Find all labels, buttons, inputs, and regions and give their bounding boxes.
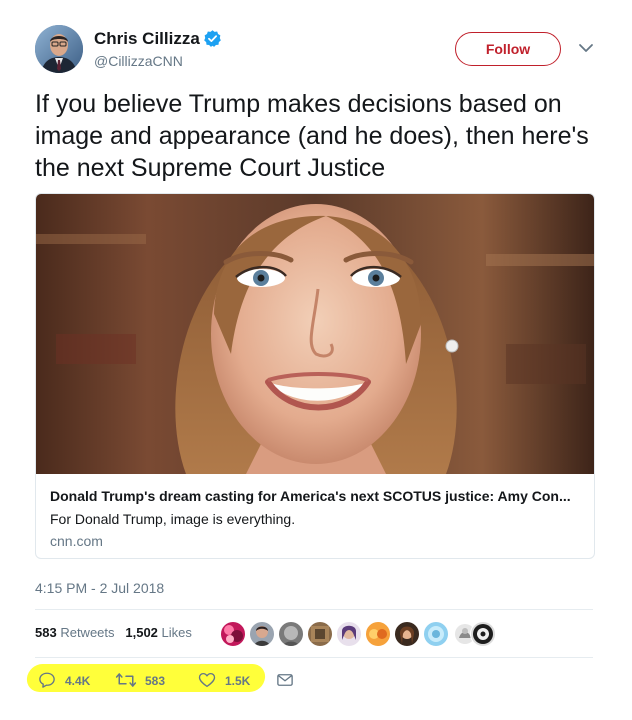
follow-button[interactable]: Follow [455,32,561,66]
liker-avatar[interactable] [307,621,333,647]
author-handle[interactable]: @CillizzaCNN [94,53,183,69]
reply-icon [39,672,55,688]
retweets-count: 583 [35,625,57,640]
liker-avatar[interactable] [394,621,420,647]
liker-avatar[interactable] [470,621,496,647]
retweets-label: Retweets [60,625,115,640]
verified-icon [203,29,222,48]
retweet-icon [115,673,137,687]
retweets-stat[interactable]: 583 Retweets [35,625,115,640]
liker-avatar[interactable] [423,621,449,647]
liker-avatar[interactable] [336,621,362,647]
author-display-name[interactable]: Chris Cillizza [94,29,200,49]
heart-icon [198,672,216,688]
link-card[interactable]: Donald Trump's dream casting for America… [35,193,595,559]
card-description: For Donald Trump, image is everything. [50,511,296,527]
liker-avatar[interactable] [278,621,304,647]
author-avatar[interactable] [35,25,83,73]
divider [35,657,593,658]
tweet-text: If you believe Trump makes decisions bas… [35,90,589,182]
retweet-count: 583 [145,674,166,688]
like-count: 1.5K [225,674,251,688]
reply-count: 4.4K [65,674,91,688]
likes-count: 1,502 [125,625,158,640]
tweet-stats: 583 Retweets 1,502 Likes [35,625,192,640]
tweet: Chris Cillizza @CillizzaCNN Follow If yo… [0,0,632,720]
liker-avatar[interactable] [365,621,391,647]
card-domain: cnn.com [50,533,103,549]
divider [35,609,593,610]
tweet-timestamp[interactable]: 4:15 PM - 2 Jul 2018 [35,580,164,596]
envelope-icon [277,674,293,686]
chevron-down-icon[interactable] [578,41,594,53]
card-title[interactable]: Donald Trump's dream casting for America… [50,488,580,504]
likes-stat[interactable]: 1,502 Likes [125,625,192,640]
likes-label: Likes [161,625,192,640]
card-image[interactable] [36,194,594,474]
liker-avatar[interactable] [220,621,246,647]
liker-avatar[interactable] [249,621,275,647]
